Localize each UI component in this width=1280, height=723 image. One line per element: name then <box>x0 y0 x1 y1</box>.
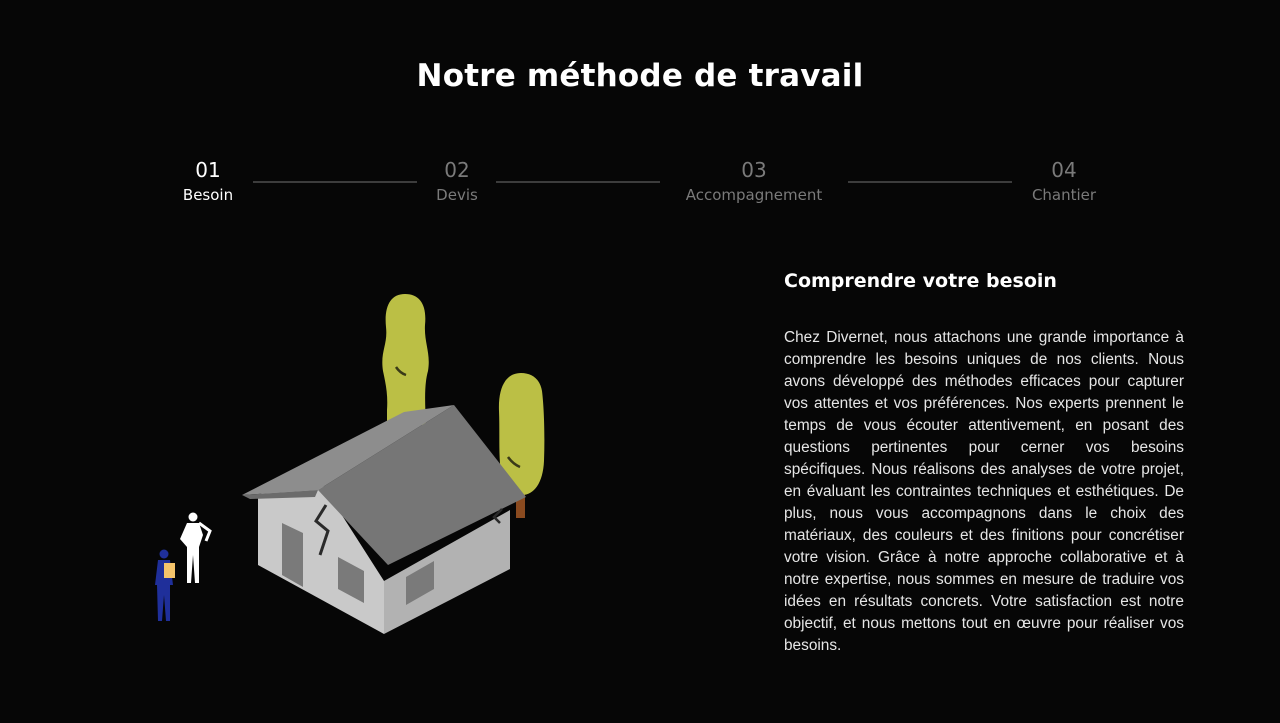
step-label: Besoin <box>182 186 234 204</box>
step-chantier[interactable]: 04 Chantier <box>1032 156 1096 205</box>
step-label: Devis <box>436 186 478 204</box>
person-icon <box>155 549 175 621</box>
step-accompagnement[interactable]: 03 Accompagnement <box>686 156 822 205</box>
folder-icon <box>164 563 175 578</box>
step-connector <box>496 181 660 183</box>
step-connector <box>253 181 417 183</box>
step-number: 03 <box>741 158 767 182</box>
house-crack-illustration <box>140 285 560 645</box>
content-body: Chez Divernet, nous attachons une grande… <box>784 329 1184 654</box>
content-title: Comprendre votre besoin <box>784 270 1057 292</box>
step-number: 01 <box>195 158 221 182</box>
person-icon <box>180 512 212 583</box>
step-number: 02 <box>444 158 470 182</box>
step-connector <box>848 181 1012 183</box>
tree-icon <box>382 294 429 425</box>
step-label: Chantier <box>1031 186 1097 204</box>
house-icon <box>242 405 526 634</box>
step-devis[interactable]: 02 Devis <box>436 156 478 205</box>
page-title: Notre méthode de travail <box>416 58 864 94</box>
step-number: 04 <box>1051 158 1077 182</box>
step-label: Accompagnement <box>685 186 823 204</box>
step-besoin[interactable]: 01 Besoin <box>183 156 233 205</box>
method-stepper: 01 Besoin 02 Devis 03 Accompagnement 04 … <box>0 156 1280 216</box>
